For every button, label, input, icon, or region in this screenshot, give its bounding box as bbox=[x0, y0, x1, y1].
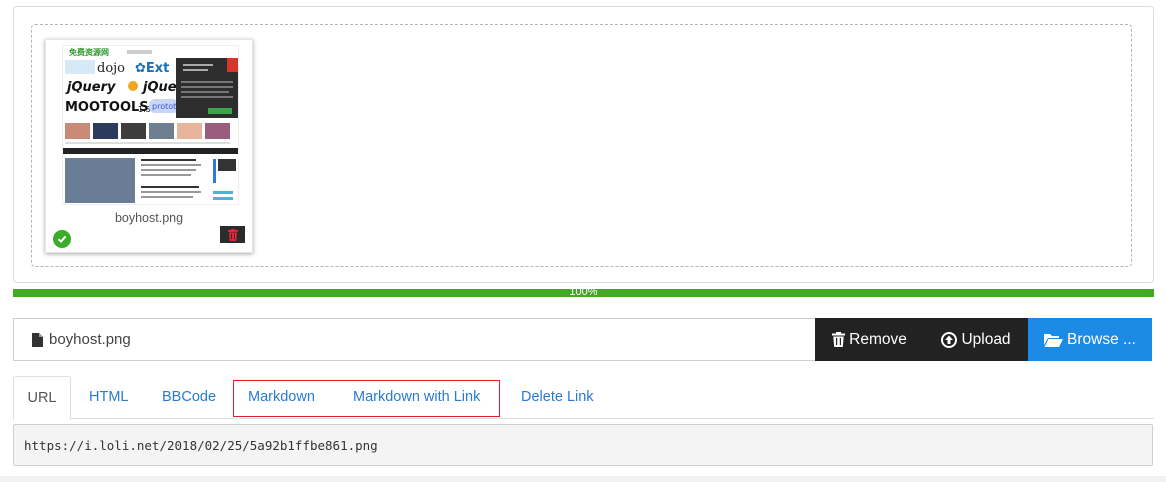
trash-icon bbox=[832, 332, 846, 347]
tab-delete-link[interactable]: Delete Link bbox=[521, 376, 594, 419]
upload-button-label: Upload bbox=[961, 330, 1011, 348]
file-input-bar: boyhost.png Remove Upload Browse ... bbox=[13, 318, 1152, 361]
svg-text:1.3: 1.3 bbox=[138, 105, 151, 114]
tab-markdown-with-link[interactable]: Markdown with Link bbox=[353, 376, 480, 419]
tab-url[interactable]: URL bbox=[13, 376, 71, 420]
delete-file-button[interactable] bbox=[220, 226, 245, 243]
page-bottom-strip bbox=[0, 476, 1166, 482]
selected-file-field[interactable]: boyhost.png bbox=[13, 318, 815, 361]
link-output-text: https://i.loli.net/2018/02/25/5a92b1ffbe… bbox=[24, 437, 378, 453]
upload-progress-bar: 100% bbox=[13, 289, 1154, 297]
svg-text:dojo: dojo bbox=[97, 61, 125, 76]
dropzone[interactable]: 免费资源网 dojo ✿Ext jQuery jQuer MOOTOOLS 1.… bbox=[31, 24, 1132, 267]
selected-file-name: boyhost.png bbox=[49, 331, 131, 348]
upload-circle-icon bbox=[941, 331, 958, 348]
svg-text:MOOTOOLS: MOOTOOLS bbox=[65, 100, 149, 115]
browse-button[interactable]: Browse ... bbox=[1028, 318, 1152, 361]
file-name-label: boyhost.png bbox=[114, 211, 184, 225]
progress-label: 100% bbox=[569, 289, 598, 297]
remove-button[interactable]: Remove bbox=[815, 318, 924, 361]
browse-button-label: Browse ... bbox=[1067, 330, 1136, 348]
file-icon bbox=[32, 332, 43, 347]
svg-text:jQuery: jQuery bbox=[65, 80, 116, 95]
folder-open-icon bbox=[1044, 333, 1064, 347]
file-preview-card: 免费资源网 dojo ✿Ext jQuery jQuer MOOTOOLS 1.… bbox=[45, 39, 253, 253]
svg-text:✿Ext: ✿Ext bbox=[135, 61, 169, 76]
file-thumbnail: 免费资源网 dojo ✿Ext jQuery jQuer MOOTOOLS 1.… bbox=[62, 45, 239, 205]
success-check-icon bbox=[53, 230, 71, 248]
tab-bbcode[interactable]: BBCode bbox=[162, 376, 216, 419]
trash-icon bbox=[227, 228, 238, 241]
link-format-tabs: URL HTML BBCode Markdown Markdown with L… bbox=[13, 376, 1154, 420]
upload-panel: 免费资源网 dojo ✿Ext jQuery jQuer MOOTOOLS 1.… bbox=[13, 6, 1154, 283]
tab-html[interactable]: HTML bbox=[89, 376, 128, 419]
remove-button-label: Remove bbox=[849, 330, 907, 348]
tab-markdown[interactable]: Markdown bbox=[248, 376, 315, 419]
svg-text:免费资源网: 免费资源网 bbox=[69, 47, 109, 57]
link-output-field[interactable]: https://i.loli.net/2018/02/25/5a92b1ffbe… bbox=[13, 424, 1153, 466]
upload-button[interactable]: Upload bbox=[924, 318, 1028, 361]
